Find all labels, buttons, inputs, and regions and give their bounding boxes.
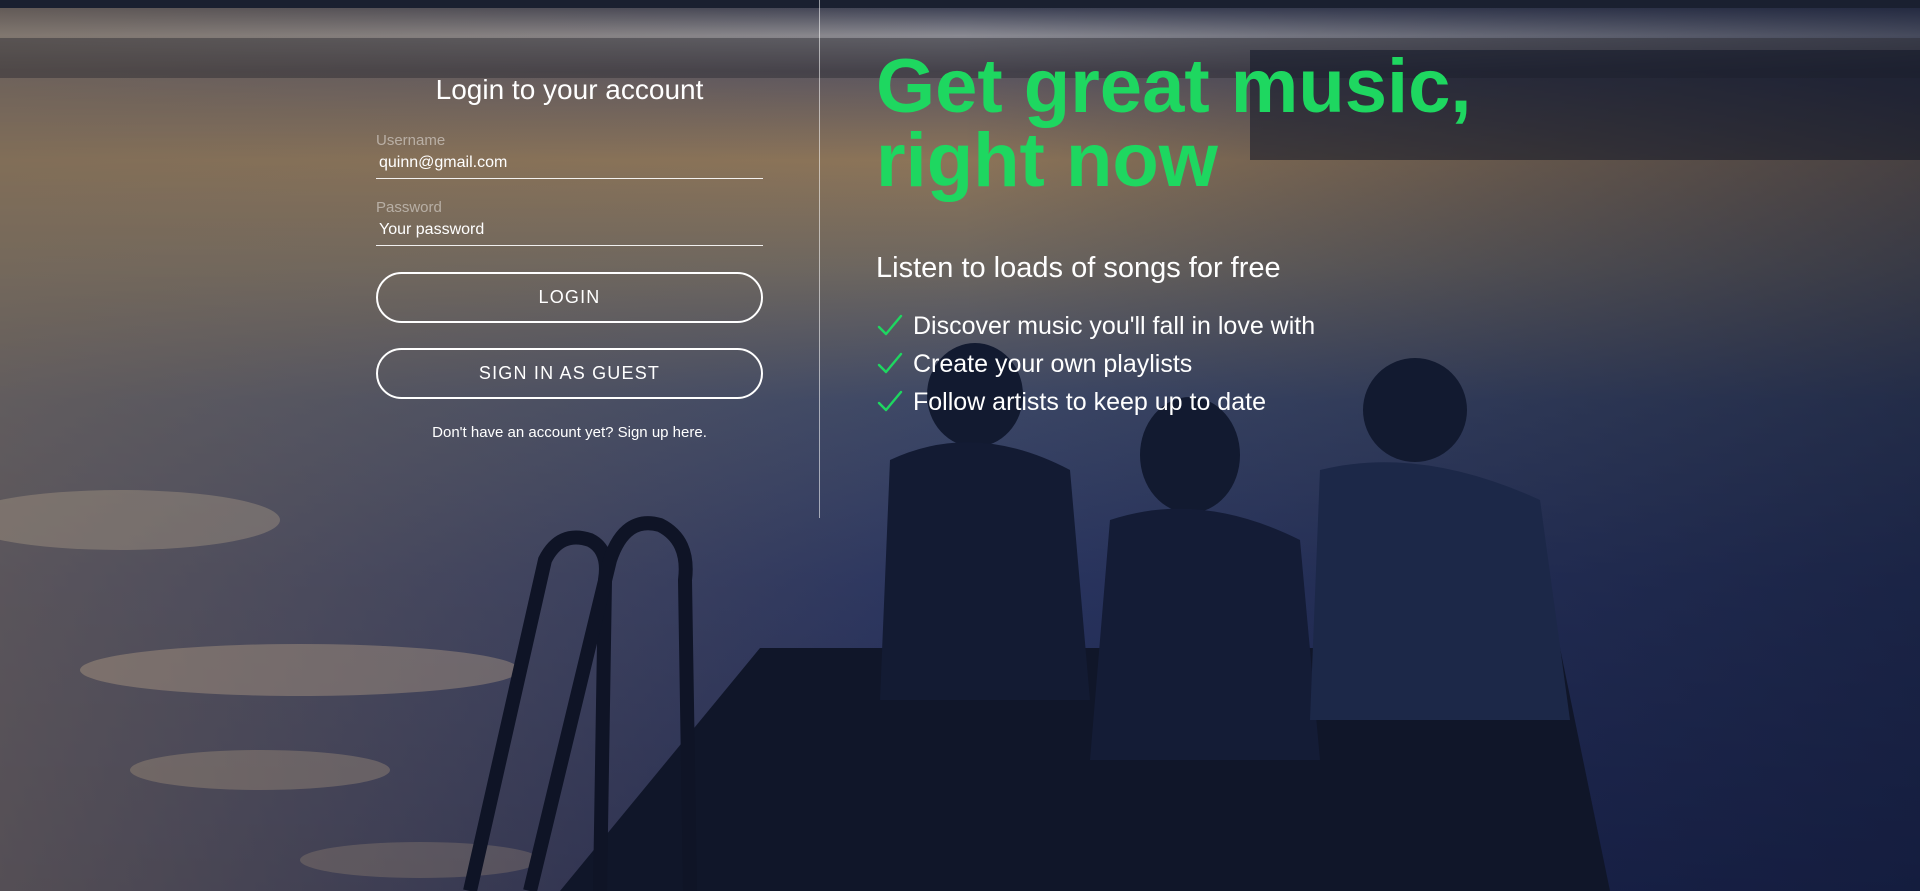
checkmark-icon [877,352,903,374]
promo-section: Get great music, right now Listen to loa… [876,44,1776,421]
feature-list: Discover music you'll fall in love with … [876,307,1776,421]
signup-link[interactable]: Don't have an account yet? Sign up here. [432,424,707,441]
username-label: Username [376,132,446,149]
promo-headline-line1: Get great music, [876,44,1472,129]
username-input[interactable] [376,150,763,179]
promo-headline: Get great music, right now [876,44,1776,203]
feature-text: Follow artists to keep up to date [913,387,1266,416]
feature-item: Discover music you'll fall in love with [876,307,1776,345]
username-field-group: Username [376,132,763,179]
login-button[interactable]: LOGIN [376,272,763,323]
signup-prompt: Don't have an account yet? Sign up here. [376,424,763,441]
password-label: Password [376,199,442,216]
feature-item: Follow artists to keep up to date [876,383,1776,421]
feature-item: Create your own playlists [876,345,1776,383]
password-field-group: Password [376,199,763,246]
promo-subheading: Listen to loads of songs for free [876,252,1281,284]
login-title: Login to your account [435,74,704,105]
login-page: Login to your account Username Password … [0,0,1920,891]
feature-text: Discover music you'll fall in love with [913,311,1316,340]
checkmark-icon [877,390,903,412]
checkmark-icon [877,314,903,336]
guest-signin-button[interactable]: SIGN IN AS GUEST [376,348,763,399]
login-panel: Login to your account Username Password … [376,68,763,441]
password-input[interactable] [376,217,763,246]
feature-text: Create your own playlists [913,349,1193,378]
promo-headline-line2: right now [876,118,1218,203]
vertical-divider [819,0,820,518]
